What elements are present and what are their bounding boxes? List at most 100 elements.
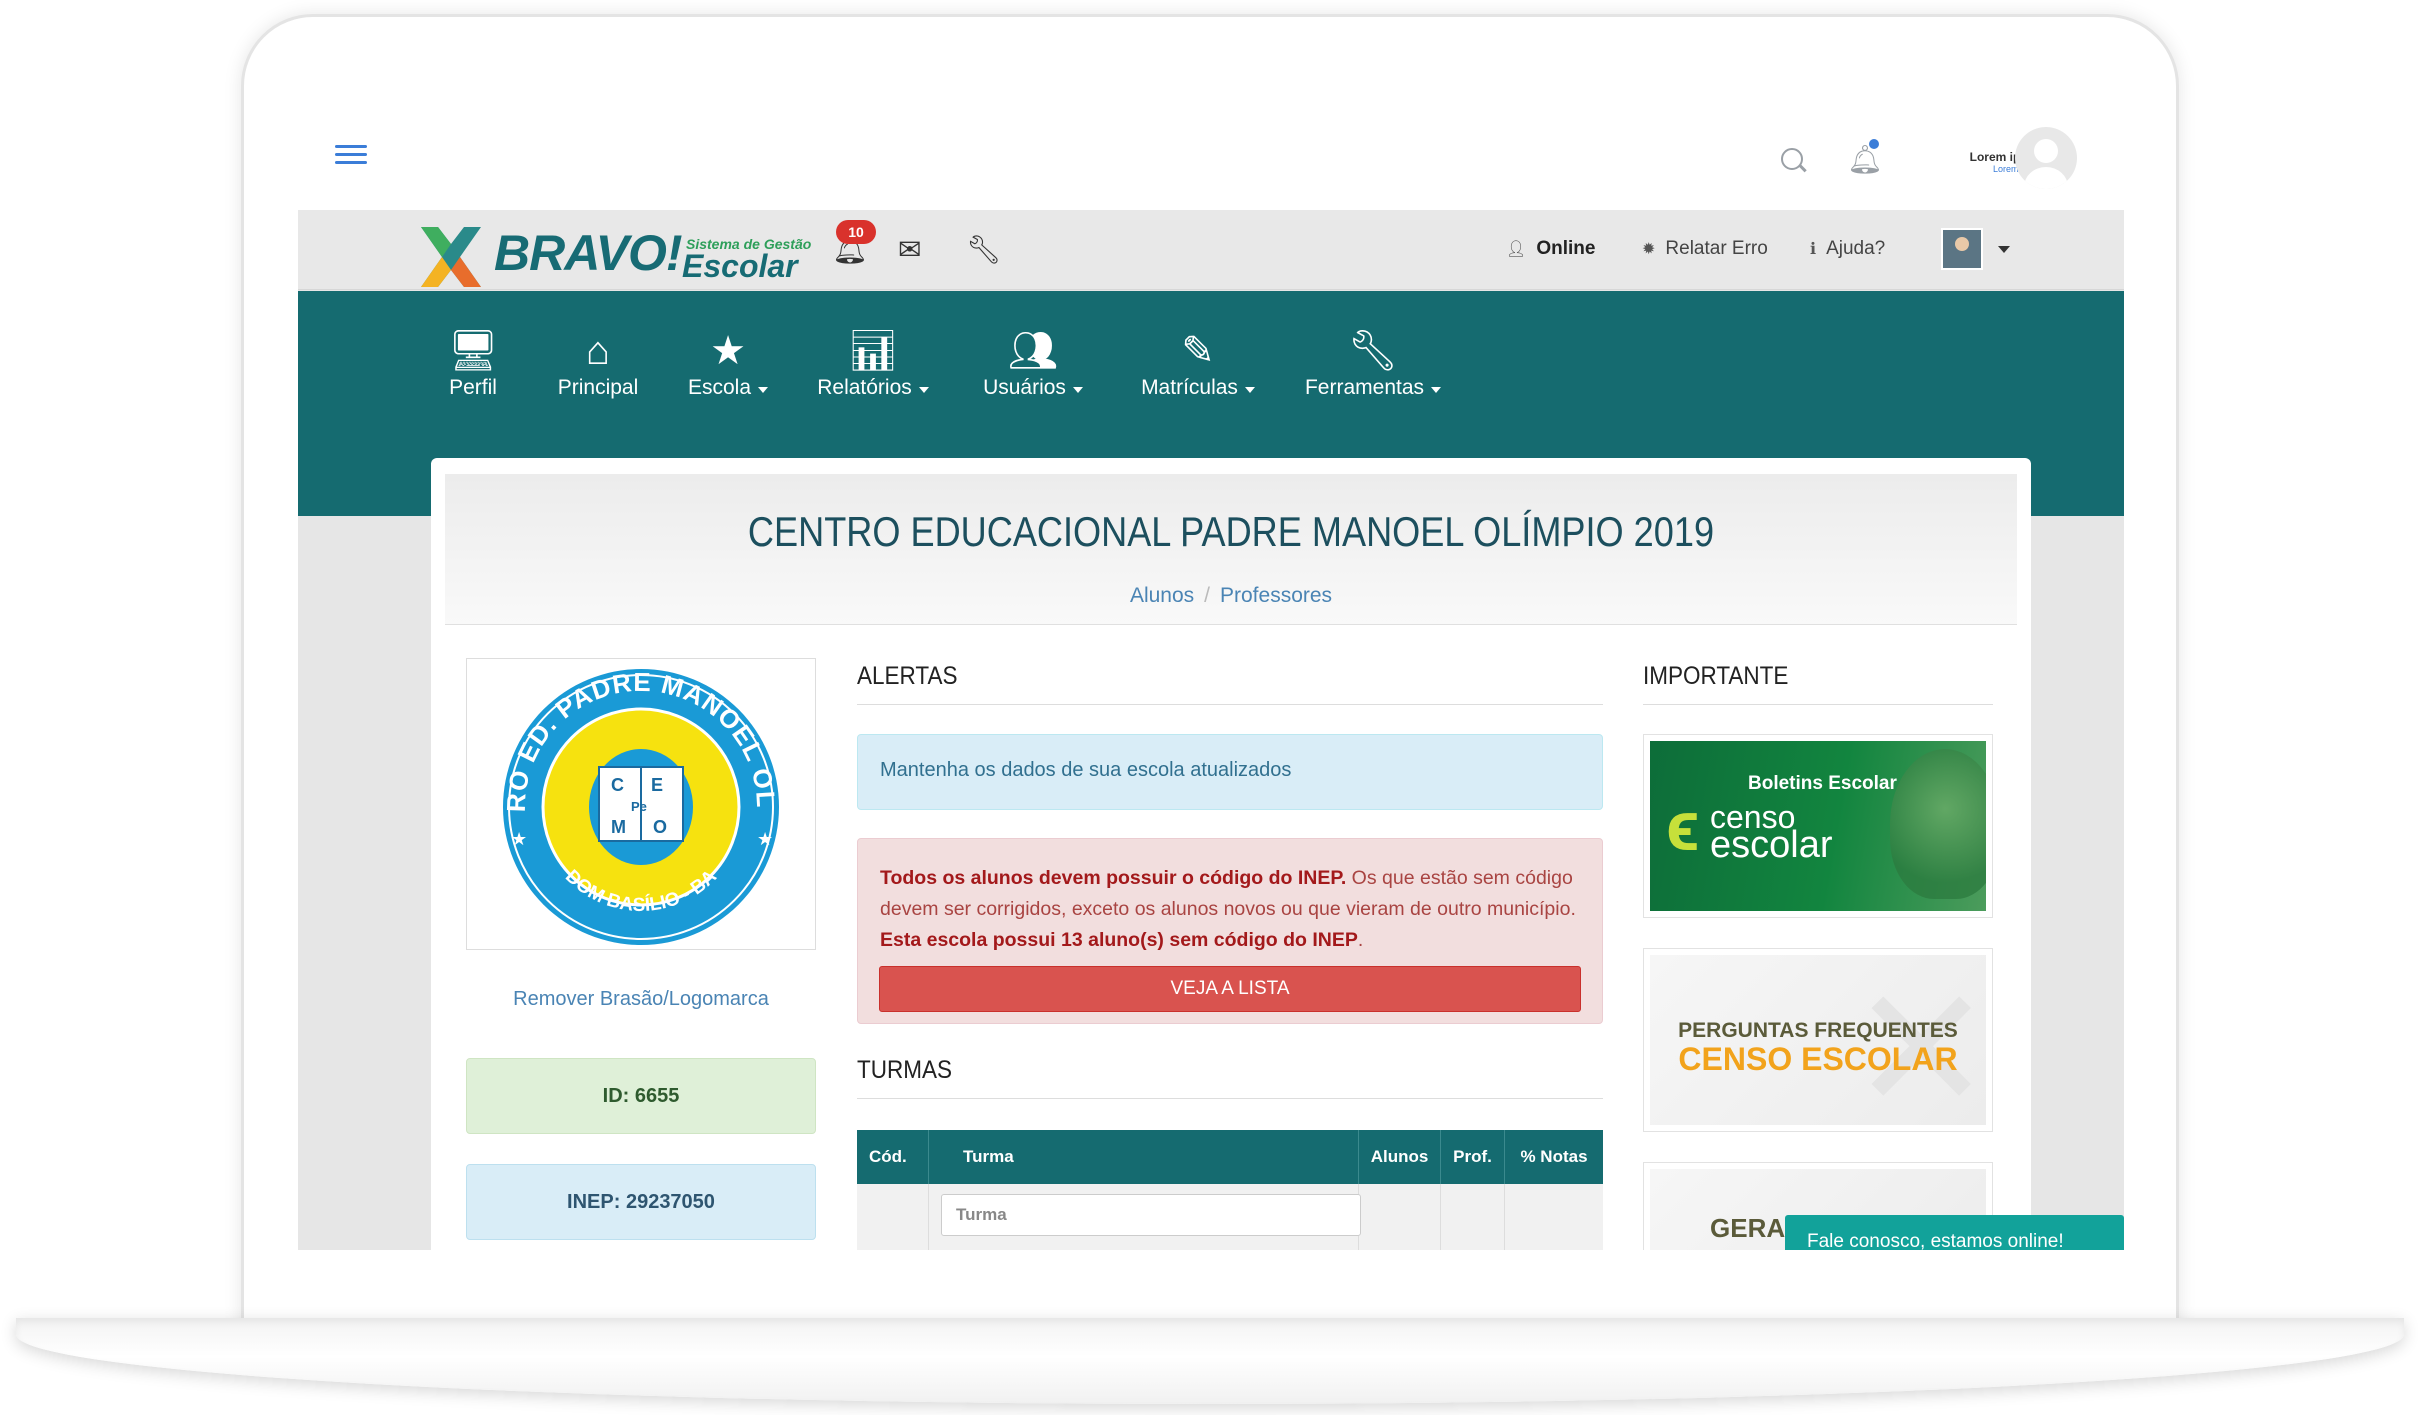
search-icon[interactable]: [1781, 148, 1803, 170]
seal-letter: Pe: [631, 799, 647, 814]
banner2-line2: CENSO ESCOLAR: [1678, 1041, 1958, 1077]
chevron-down-icon: [1244, 386, 1255, 393]
notification-dot: [1869, 139, 1879, 149]
user-avatar[interactable]: [1941, 228, 1983, 270]
chat-widget-button[interactable]: Fale conosco, estamos online!: [1785, 1215, 2124, 1250]
divider: [857, 704, 1603, 705]
chevron-down-icon: [1431, 386, 1442, 393]
svg-text:★: ★: [511, 829, 527, 849]
danger-alert-bold-count: Esta escola possui 13 aluno(s) sem códig…: [880, 929, 1358, 951]
chevron-down-icon: [758, 386, 769, 393]
bar-chart-icon: 📊︎: [847, 329, 899, 373]
table-cell: [1441, 1184, 1505, 1250]
info-icon: ℹ︎: [1810, 241, 1817, 258]
censo-logo-icon: ϵ: [1666, 787, 1700, 865]
faq-censo-banner[interactable]: ✕ PERGUNTAS FREQUENTES CENSO ESCOLAR: [1643, 948, 1993, 1132]
nav-label: Matrículas: [1141, 376, 1238, 399]
column-header-cod[interactable]: Cód.: [857, 1130, 929, 1184]
column-header-alunos[interactable]: Alunos: [1359, 1130, 1441, 1184]
bravo-x-logo-icon: [421, 227, 481, 287]
danger-alert-bold: Todos os alunos devem possuir o código d…: [880, 867, 1347, 889]
chevron-down-icon: [918, 386, 929, 393]
school-logo-box: CENTRO ED. PADRE MANOEL OLIMPIO DOM BASÍ…: [456, 635, 816, 950]
view-list-button[interactable]: VEJA A LISTA: [879, 966, 1581, 1012]
turmas-table-header: Cód. Turma Alunos Prof. % Notas: [857, 1130, 1603, 1184]
svg-text:★: ★: [757, 829, 773, 849]
nav-item-matriculas[interactable]: ✎ Matrículas: [1123, 326, 1273, 400]
banner-image: Boletins Escolar ϵ censo escolar: [1650, 741, 1986, 911]
main-card: CENTRO EDUCACIONAL PADRE MANOEL OLÍMPIO …: [431, 458, 2031, 1250]
star-icon: ★: [710, 329, 746, 373]
wrench-icon[interactable]: 🔧︎: [966, 232, 1002, 268]
nav-label: Usuários: [983, 376, 1066, 399]
danger-alert-end: .: [1357, 929, 1364, 951]
nav-item-perfil[interactable]: 🖥︎ Perfil: [433, 326, 513, 400]
brand-name: BRAVO!: [494, 225, 683, 281]
title-band: CENTRO EDUCACIONAL PADRE MANOEL OLÍMPIO …: [445, 474, 2017, 624]
online-label: Online: [1536, 238, 1596, 259]
nav-item-ferramentas[interactable]: 🔧︎ Ferramentas: [1288, 326, 1458, 400]
page-background: [298, 516, 431, 1250]
breadcrumb-alunos[interactable]: Alunos: [1130, 584, 1194, 607]
home-icon: ⌂: [585, 329, 611, 373]
banner1-logo-text: censo escolar: [1710, 801, 1833, 864]
envelope-icon[interactable]: ✉︎: [898, 232, 921, 268]
user-icon: 👤︎: [1506, 241, 1527, 258]
divider: [1643, 704, 1993, 705]
breadcrumb: Alunos / Professores: [445, 584, 2017, 608]
seal-letter: E: [651, 775, 663, 795]
importante-heading: IMPORTANTE: [1643, 662, 1789, 690]
edit-icon: ✎: [1181, 329, 1215, 373]
breadcrumb-professores[interactable]: Professores: [1220, 584, 1332, 607]
monitor-icon: 🖥︎: [447, 329, 499, 373]
banner1-title: Boletins Escolar: [1748, 773, 1897, 794]
hamburger-menu-icon[interactable]: [335, 145, 367, 167]
school-id-badge: ID: 6655: [466, 1058, 816, 1134]
top-avatar[interactable]: [2015, 127, 2077, 189]
divider: [445, 624, 2017, 625]
help-label: Ajuda?: [1826, 238, 1886, 259]
boletins-censo-banner[interactable]: Boletins Escolar ϵ censo escolar: [1643, 734, 1993, 918]
app-header: BRAVO! Sistema de Gestão Escolar 🔔︎ 10 ✉…: [298, 210, 2124, 290]
online-status: 👤︎ Online: [1506, 238, 1595, 260]
table-filter-row: Turma: [857, 1184, 1603, 1250]
seal-letter: C: [611, 775, 624, 795]
turma-filter-input[interactable]: Turma: [941, 1194, 1361, 1236]
nav-label: Escola: [687, 376, 752, 399]
nav-item-principal[interactable]: ⌂ Principal: [548, 326, 648, 400]
nav-item-usuarios[interactable]: 👥︎ Usuários: [968, 326, 1098, 400]
banner2-line1: PERGUNTAS FREQUENTES: [1678, 1019, 1958, 1042]
table-cell: [857, 1184, 929, 1250]
remove-logo-link[interactable]: Remover Brasão/Logomarca: [466, 988, 816, 1011]
nav-item-relatorios[interactable]: 📊︎ Relatórios: [808, 326, 938, 400]
nav-label: Relatórios: [817, 376, 912, 399]
help-link[interactable]: ℹ︎ Ajuda?: [1810, 238, 1885, 260]
column-header-turma[interactable]: Turma: [929, 1130, 1359, 1184]
nav-item-escola[interactable]: ★ Escola: [678, 326, 778, 400]
page-title: CENTRO EDUCACIONAL PADRE MANOEL OLÍMPIO …: [747, 508, 1715, 555]
banner-image: ✕ PERGUNTAS FREQUENTES CENSO ESCOLAR: [1650, 955, 1986, 1125]
turmas-heading: TURMAS: [857, 1056, 953, 1084]
column-header-notas[interactable]: % Notas: [1505, 1130, 1603, 1184]
chevron-down-icon: [1072, 386, 1083, 393]
brand-subtitle-escolar: Escolar: [682, 248, 798, 284]
table-cell: [1359, 1184, 1441, 1250]
bell-icon[interactable]: 🔔︎: [1847, 146, 1883, 174]
nav-label: Ferramentas: [1304, 376, 1425, 399]
bravo-logo[interactable]: BRAVO! Sistema de Gestão Escolar: [416, 220, 811, 287]
nav-label: Principal: [557, 376, 639, 399]
column-header-prof[interactable]: Prof.: [1441, 1130, 1505, 1184]
bug-icon: ✹: [1642, 241, 1656, 258]
seal-letter: M: [611, 817, 626, 837]
report-error-link[interactable]: ✹ Relatar Erro: [1642, 238, 1768, 260]
seal-letter: O: [653, 817, 667, 837]
nav-label: Perfil: [449, 376, 497, 399]
notifications-badge: 10: [836, 220, 876, 244]
user-menu-caret-icon[interactable]: [1998, 246, 2010, 253]
users-icon: 👥︎: [1007, 329, 1059, 373]
wrench-icon: 🔧︎: [1347, 329, 1399, 373]
school-seal-image: CENTRO ED. PADRE MANOEL OLIMPIO DOM BASÍ…: [456, 635, 783, 949]
divider: [857, 1098, 1603, 1099]
app-screen: BRAVO! Sistema de Gestão Escolar 🔔︎ 10 ✉…: [298, 210, 2124, 1250]
info-alert: Mantenha os dados de sua escola atualiza…: [857, 734, 1603, 810]
